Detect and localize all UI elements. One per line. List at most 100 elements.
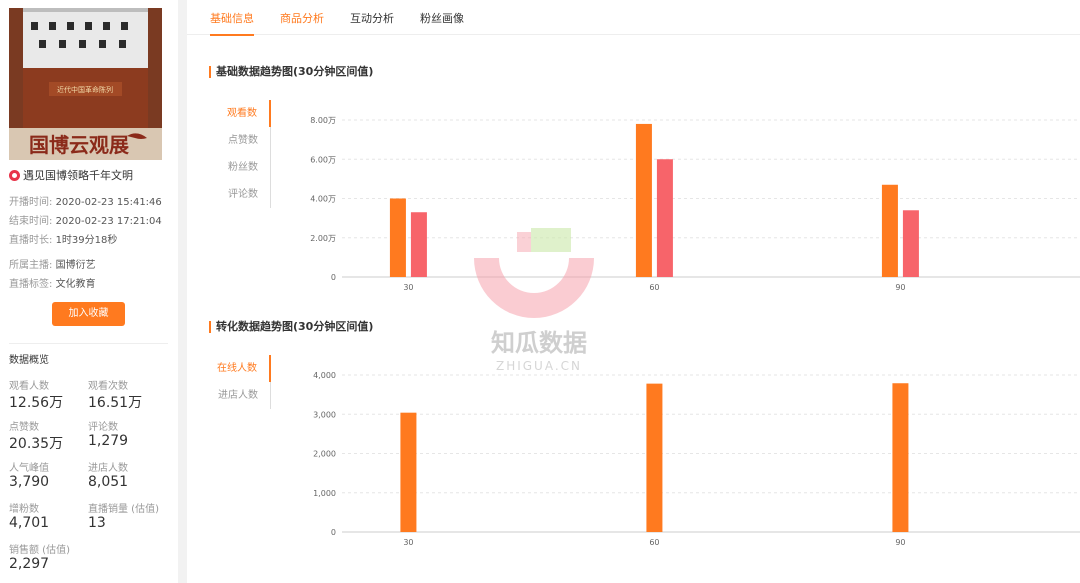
stat-value: 20.35万 [9, 436, 64, 452]
stat-comments: 评论数 1,279 [88, 418, 168, 449]
metric-tab-comments[interactable]: 评论数 [217, 181, 270, 208]
stat-label: 销售额 (估值) [9, 545, 70, 556]
stat-label: 观看次数 [88, 381, 128, 392]
bar-30-series-0 [389, 198, 406, 277]
conversion-trend-chart: 0 1,000 2,000 3,000 4,000 30 60 90 [313, 371, 1080, 547]
stat-likes: 点赞数 20.35万 [9, 418, 89, 453]
duration-value: 1时39分18秒 [55, 235, 118, 246]
svg-text:国博云观展: 国博云观展 [29, 133, 129, 157]
y-tick-label: 8.00万 [310, 116, 336, 125]
stat-value: 12.56万 [9, 395, 64, 411]
end-time-value: 2020-02-23 17:21:04 [55, 216, 162, 227]
stat-sales-volume: 直播销量 (估值) 13 [88, 500, 168, 531]
overview-title: 数据概览 [9, 355, 49, 366]
stat-label: 进店人数 [88, 463, 128, 474]
stat-value: 4,701 [9, 515, 50, 531]
y-tick-label: 2.00万 [310, 234, 336, 243]
stat-label: 直播销量 (估值) [88, 504, 159, 515]
section-basic-trend-title: 基础数据趋势图(30分钟区间值) [209, 66, 373, 78]
live-cover-image[interactable]: 近代中国革命陈列 国博云观展 [9, 8, 162, 160]
host-label: 所属主播: [9, 260, 53, 271]
basic-metric-tabs: 观看数 点赞数 粉丝数 评论数 [217, 100, 271, 208]
bar-90-series-0 [881, 184, 898, 277]
stat-new-fans: 增粉数 4,701 [9, 500, 89, 531]
metric-tab-store-visits[interactable]: 进店人数 [217, 382, 270, 409]
panel-gap [178, 0, 187, 583]
divider [9, 343, 168, 344]
svg-text:ZHIGUA.CN: ZHIGUA.CN [496, 359, 582, 373]
metric-tab-fans[interactable]: 粉丝数 [217, 154, 270, 181]
duration-row: 直播时长: 1时39分18秒 [9, 231, 117, 246]
x-tick-label: 60 [649, 538, 659, 547]
metric-tab-likes[interactable]: 点赞数 [217, 127, 270, 154]
stat-sales-amount: 销售额 (估值) 2,297 [9, 541, 89, 572]
bar-30-series-0 [400, 412, 417, 532]
bar-30-series-1 [410, 212, 427, 277]
stat-views: 观看次数 16.51万 [88, 377, 168, 412]
duration-label: 直播时长: [9, 235, 53, 246]
main-panel: 基础信息 商品分析 互动分析 粉丝画像 基础数据趋势图(30分钟区间值) 观看数… [187, 0, 1080, 583]
live-room-title[interactable]: 遇见国博领略千年文明 [9, 167, 133, 183]
y-tick-label: 4.00万 [310, 195, 336, 204]
tab-fan-profile[interactable]: 粉丝画像 [420, 10, 464, 36]
tag-row: 直播标签: 文化教育 [9, 275, 96, 290]
svg-text:近代中国革命陈列: 近代中国革命陈列 [57, 85, 113, 94]
y-tick-label: 4,000 [313, 371, 336, 380]
host-value[interactable]: 国博衍艺 [56, 260, 96, 271]
tab-interaction-analysis[interactable]: 互动分析 [350, 10, 394, 36]
stat-value: 8,051 [88, 474, 129, 490]
section-conversion-trend-title: 转化数据趋势图(30分钟区间值) [209, 321, 373, 333]
stat-store-visits: 进店人数 8,051 [88, 459, 168, 490]
end-time-row: 结束时间: 2020-02-23 17:21:04 [9, 212, 162, 227]
stat-peak: 人气峰值 3,790 [9, 459, 89, 490]
add-favorite-button[interactable]: 加入收藏 [52, 302, 125, 326]
cover-illustration: 近代中国革命陈列 国博云观展 [9, 8, 162, 160]
stat-value: 2,297 [9, 556, 50, 572]
y-tick-label: 1,000 [313, 489, 336, 498]
metric-tab-online[interactable]: 在线人数 [217, 355, 271, 382]
stat-value: 13 [88, 515, 106, 531]
watermark-logo-icon: 知瓜数据 ZHIGUA.CN [474, 228, 594, 373]
stat-label: 增粉数 [9, 504, 39, 515]
stat-label: 观看人数 [9, 381, 49, 392]
conversion-metric-tabs: 在线人数 进店人数 [217, 355, 271, 409]
bar-60-series-0 [635, 123, 652, 277]
stat-viewers: 观看人数 12.56万 [9, 377, 89, 412]
platform-logo-icon [9, 169, 20, 181]
x-tick-label: 90 [895, 538, 905, 547]
stat-label: 评论数 [88, 422, 118, 433]
x-tick-label: 60 [649, 283, 659, 292]
y-tick-label: 0 [331, 273, 336, 282]
x-tick-label: 30 [403, 283, 413, 292]
stat-value: 3,790 [9, 474, 50, 490]
stat-value: 16.51万 [88, 395, 143, 411]
y-tick-label: 6.00万 [310, 155, 336, 164]
bar-60-series-1 [656, 159, 673, 277]
svg-text:知瓜数据: 知瓜数据 [491, 329, 587, 357]
stat-label: 点赞数 [9, 422, 39, 433]
stat-label: 人气峰值 [9, 463, 49, 474]
watermark: 知瓜数据 ZHIGUA.CN [469, 228, 609, 378]
metric-tab-views[interactable]: 观看数 [217, 100, 271, 127]
stat-value: 1,279 [88, 433, 129, 449]
bar-90-series-0 [892, 383, 909, 532]
room-title-text: 遇见国博领略千年文明 [23, 169, 133, 182]
start-time-value: 2020-02-23 15:41:46 [55, 197, 162, 208]
y-tick-label: 0 [331, 528, 336, 537]
tab-bar: 基础信息 商品分析 互动分析 粉丝画像 [187, 0, 1080, 36]
tag-value: 文化教育 [55, 279, 96, 290]
tab-basic-info[interactable]: 基础信息 [210, 10, 254, 36]
bar-90-series-1 [902, 210, 919, 277]
bar-60-series-0 [646, 383, 663, 532]
tab-product-analysis[interactable]: 商品分析 [280, 10, 324, 36]
basic-trend-chart: 0 2.00万 4.00万 6.00万 8.00万 30 60 90 [310, 116, 1080, 292]
x-tick-label: 30 [403, 538, 413, 547]
live-room-panel: 近代中国革命陈列 国博云观展 遇见国博领略千年文明 开播时间: 2020-02-… [0, 0, 178, 583]
tag-label: 直播标签: [9, 279, 53, 290]
end-time-label: 结束时间: [9, 216, 53, 227]
start-time-row: 开播时间: 2020-02-23 15:41:46 [9, 193, 162, 208]
host-row: 所属主播: 国博衍艺 [9, 256, 96, 271]
y-tick-label: 2,000 [313, 450, 336, 459]
y-tick-label: 3,000 [313, 410, 336, 419]
start-time-label: 开播时间: [9, 197, 53, 208]
